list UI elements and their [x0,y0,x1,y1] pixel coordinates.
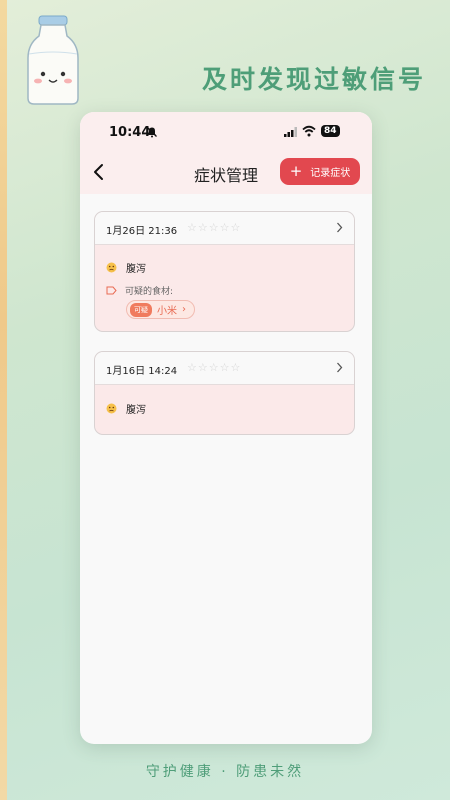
promo-headline: 及时发现过敏信号 [201,65,426,94]
suspect-foods-label: 可疑的食材: [125,287,174,297]
decorative-stripe [0,0,7,800]
symptom-row: 腹泻 [106,401,146,416]
status-time: 10:44 [109,125,151,140]
milk-bottle-mascot [27,15,79,105]
star-icon[interactable]: ☆ [198,362,208,374]
record-date: 1月26日 21:36 [106,226,178,237]
bell-muted-icon [147,127,157,138]
rating-stars[interactable]: ☆ ☆ ☆ ☆ ☆ [187,362,240,374]
battery-level: 84 [321,125,340,137]
star-icon[interactable]: ☆ [220,222,230,234]
card-header: 1月26日 21:36 ☆ ☆ ☆ ☆ ☆ [95,212,354,245]
record-symptom-button[interactable]: + 记录症状 [280,158,360,185]
status-bar: 10:44 84 [80,112,372,150]
symptom-record-card[interactable]: 1月16日 14:24 ☆ ☆ ☆ ☆ ☆ 腹泻 [94,351,355,435]
symptom-record-card[interactable]: 1月26日 21:36 ☆ ☆ ☆ ☆ ☆ 腹泻 可疑的食材: 可疑 小米 › [94,211,355,332]
suspect-foods-row: 可疑的食材: [106,284,173,297]
star-icon[interactable]: ☆ [231,222,241,234]
symptom-name: 腹泻 [126,405,146,416]
star-icon[interactable]: ☆ [220,362,230,374]
star-icon[interactable]: ☆ [231,362,241,374]
plus-icon: + [289,162,303,180]
chevron-right-icon: › [182,304,186,315]
record-date: 1月16日 14:24 [106,366,178,377]
star-icon[interactable]: ☆ [198,222,208,234]
rating-stars[interactable]: ☆ ☆ ☆ ☆ ☆ [187,222,240,234]
suspect-food-chip[interactable]: 可疑 小米 › [126,300,195,319]
star-icon[interactable]: ☆ [187,222,197,234]
footer-slogan: 守护健康 · 防患未然 [145,764,305,780]
symptom-name: 腹泻 [126,264,146,275]
nav-bar: 症状管理 + 记录症状 [80,150,372,194]
record-symptom-label: 记录症状 [310,168,351,179]
wifi-icon [302,125,316,137]
suspect-badge: 可疑 [130,302,152,317]
star-icon[interactable]: ☆ [209,362,219,374]
food-name: 小米 [157,306,177,317]
sick-face-icon [106,403,117,414]
tag-icon [106,286,117,295]
phone-screen: 10:44 84 症状管理 + 记录症状 1月26日 21:36 ☆ ☆ ☆ ☆… [80,112,372,744]
card-header: 1月16日 14:24 ☆ ☆ ☆ ☆ ☆ [95,352,354,385]
chevron-right-icon[interactable] [336,362,343,373]
signal-icon [284,127,297,137]
symptom-row: 腹泻 [106,260,146,275]
chevron-right-icon[interactable] [336,222,343,233]
star-icon[interactable]: ☆ [209,222,219,234]
sick-face-icon [106,262,117,273]
star-icon[interactable]: ☆ [187,362,197,374]
